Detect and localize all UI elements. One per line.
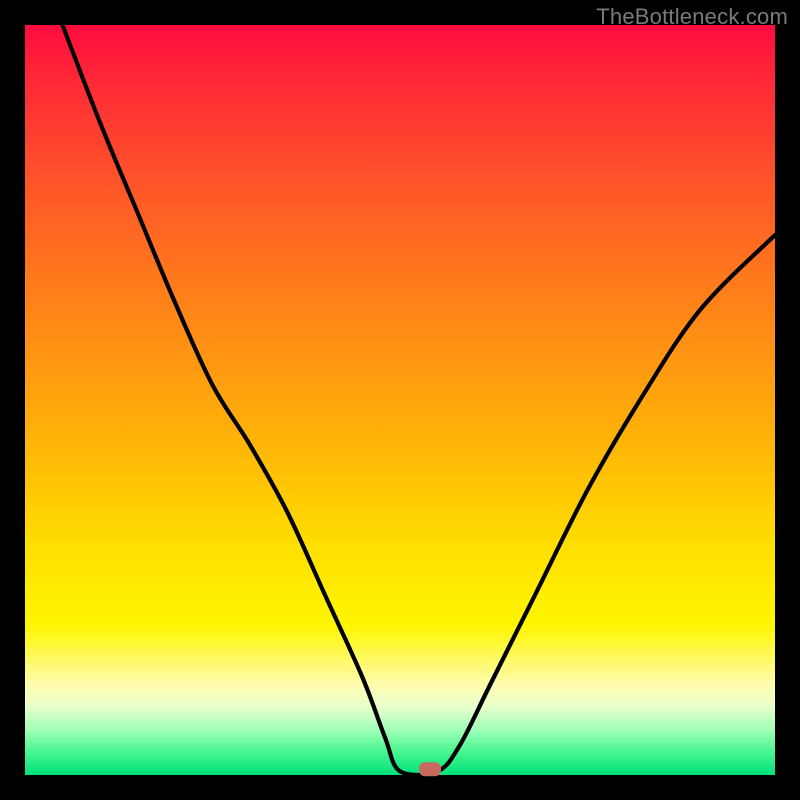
watermark-text: TheBottleneck.com	[596, 4, 788, 30]
optimal-marker	[419, 762, 441, 776]
plot-area	[25, 25, 775, 775]
curve-svg	[25, 25, 775, 775]
chart-frame: TheBottleneck.com	[0, 0, 800, 800]
bottleneck-curve	[63, 25, 776, 775]
